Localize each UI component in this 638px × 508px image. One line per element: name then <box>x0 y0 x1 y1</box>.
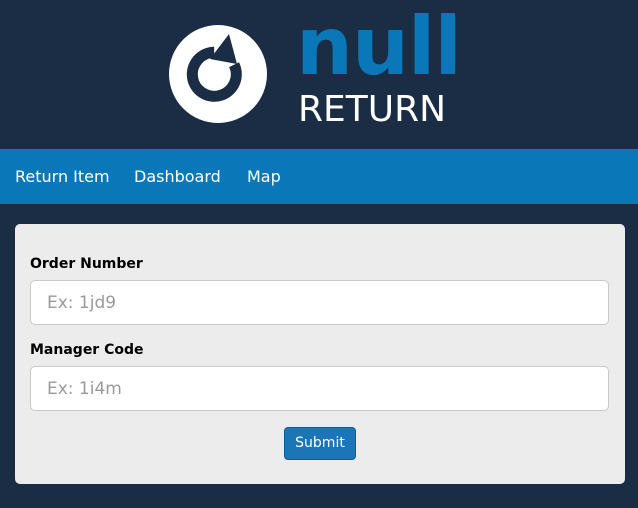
submit-button[interactable]: Submit <box>284 427 356 460</box>
logo <box>169 25 267 123</box>
site-header: null RETURN <box>0 0 638 149</box>
manager-code-input[interactable] <box>30 366 609 411</box>
refresh-arrow-icon <box>186 34 242 102</box>
brand-name-return: RETURN <box>298 89 447 130</box>
manager-code-label: Manager Code <box>30 342 144 358</box>
order-number-input[interactable] <box>30 280 609 325</box>
order-number-label: Order Number <box>30 256 143 272</box>
nav-item-map[interactable]: Map <box>247 149 281 204</box>
nav-item-return-item[interactable]: Return Item <box>15 149 110 204</box>
nav-item-dashboard[interactable]: Dashboard <box>134 149 221 204</box>
main-navbar: Return Item Dashboard Map <box>0 149 638 204</box>
return-form-card: Order Number Manager Code Submit <box>15 224 625 484</box>
brand-name-null: null <box>296 0 462 93</box>
